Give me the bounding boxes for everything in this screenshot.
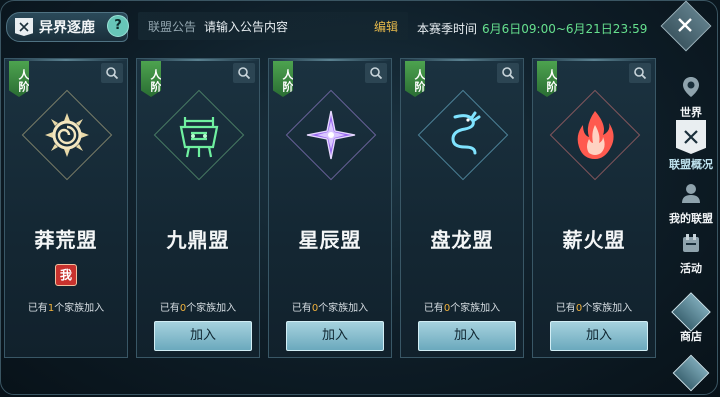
join-button[interactable]: 加入 bbox=[286, 321, 384, 351]
join-button[interactable]: 加入 bbox=[550, 321, 648, 351]
alliance-logo-icon bbox=[15, 18, 33, 36]
family-count: 已有0个家族加入 bbox=[159, 303, 237, 314]
page-title: 异界逐鹿 bbox=[39, 20, 95, 36]
notice-input[interactable]: 请输入公告内容 bbox=[204, 18, 288, 35]
nav-activity[interactable]: 活动 bbox=[664, 226, 718, 282]
my-alliance-badge: 我 bbox=[55, 264, 77, 286]
shop-icon bbox=[671, 292, 711, 332]
top-bar: 异界逐鹿 ? 联盟公告 请输入公告内容 编辑 本赛季时间 6月6日09:00~6… bbox=[6, 8, 656, 48]
search-icon bbox=[370, 67, 383, 80]
family-count: 已有0个家族加入 bbox=[423, 303, 501, 314]
search-button[interactable] bbox=[365, 63, 387, 83]
alliance-name: 九鼎盟 bbox=[166, 228, 230, 252]
emblem-frame bbox=[417, 89, 509, 181]
season-time: 6月6日09:00~6月21日23:59 bbox=[482, 22, 648, 36]
sun-vortex-emblem bbox=[45, 113, 89, 157]
help-button[interactable]: ? bbox=[107, 15, 129, 37]
search-icon bbox=[634, 67, 647, 80]
search-icon bbox=[502, 67, 515, 80]
nav-my-alliance[interactable]: 我的联盟 bbox=[664, 176, 718, 232]
alliance-name: 薪火盟 bbox=[562, 228, 626, 252]
edit-notice-button[interactable]: 编辑 bbox=[374, 18, 398, 35]
search-button[interactable] bbox=[233, 63, 255, 83]
map-pin-icon bbox=[672, 354, 710, 392]
calendar-icon bbox=[676, 228, 706, 258]
emblem-frame bbox=[285, 89, 377, 181]
search-button[interactable] bbox=[497, 63, 519, 83]
nav-alliance-overview[interactable]: 联盟概况 bbox=[664, 118, 718, 174]
alliance-card: 人阶 九鼎盟 已有0个家族加入 加入 bbox=[136, 58, 260, 358]
emblem-frame bbox=[21, 89, 113, 181]
alliance-card: 人阶 莽荒盟 我 已有1个家族加入 bbox=[4, 58, 128, 358]
search-button[interactable] bbox=[101, 63, 123, 83]
emblem-frame bbox=[549, 89, 641, 181]
alliance-name: 盘龙盟 bbox=[430, 228, 494, 252]
notice-bar: 联盟公告 请输入公告内容 编辑 bbox=[138, 12, 408, 40]
nav-shop[interactable]: 商店 bbox=[664, 292, 718, 350]
alliance-name: 星辰盟 bbox=[298, 228, 362, 252]
nav-label: 联盟概况 bbox=[669, 158, 713, 171]
notice-label: 联盟公告 bbox=[148, 19, 197, 34]
search-button[interactable] bbox=[629, 63, 651, 83]
season-label: 本赛季时间 bbox=[417, 22, 478, 36]
search-icon bbox=[106, 67, 119, 80]
join-button[interactable]: 加入 bbox=[154, 321, 252, 351]
shield-icon bbox=[676, 120, 706, 154]
family-count: 已有0个家族加入 bbox=[555, 303, 633, 314]
map-pin-icon bbox=[676, 72, 706, 102]
flame-emblem bbox=[577, 111, 614, 159]
join-button[interactable]: 加入 bbox=[418, 321, 516, 351]
dragon-emblem bbox=[451, 111, 481, 155]
nav-label: 活动 bbox=[680, 262, 702, 275]
nav-label: 我的联盟 bbox=[669, 212, 713, 225]
nav-location[interactable] bbox=[664, 354, 718, 394]
alliance-name: 莽荒盟 bbox=[34, 228, 98, 252]
star-emblem bbox=[306, 110, 356, 160]
family-count: 已有1个家族加入 bbox=[27, 303, 105, 314]
emblem-frame bbox=[153, 89, 245, 181]
cauldron-emblem bbox=[179, 117, 219, 158]
close-icon bbox=[670, 10, 700, 40]
alliance-card: 人阶 盘龙盟 已有0个家族加入 加入 bbox=[400, 58, 524, 358]
alliance-card: 人阶 薪火盟 已有0个家族加入 加入 bbox=[532, 58, 656, 358]
alliance-card: 人阶 星辰盟 已有0个家族加入 加入 bbox=[268, 58, 392, 358]
person-icon bbox=[676, 178, 706, 208]
search-icon bbox=[238, 67, 251, 80]
family-count: 已有0个家族加入 bbox=[291, 303, 369, 314]
